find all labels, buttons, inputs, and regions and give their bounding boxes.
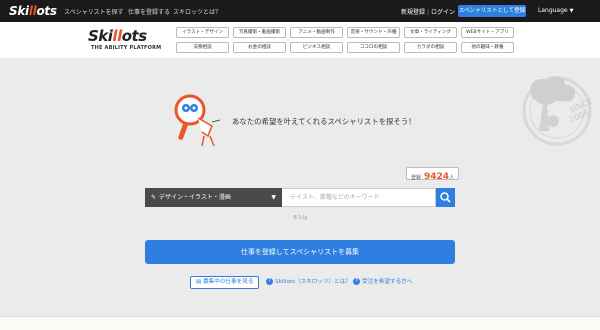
category-illustration-design[interactable]: イラスト・デザイン (176, 27, 229, 38)
registered-count: 登録 9424人 (406, 167, 460, 182)
about-link[interactable]: ? Skillots（スキロッツ）とは？ (266, 277, 351, 285)
chevron-down-icon: ▼ (271, 194, 276, 201)
since-2006-stamp: SINCE 2006 (522, 76, 594, 146)
search-bar: ✎ デザイン・イラスト・漫画 ▼ (145, 188, 455, 207)
category-animation[interactable]: アニメ・動画制作 (290, 27, 343, 38)
category-mind[interactable]: ココロの相談 (347, 42, 400, 53)
mascot-illustration (174, 94, 221, 147)
nav-about[interactable]: スキロッツとは？ (173, 7, 221, 16)
category-dropdown[interactable]: ✎ デザイン・イラスト・漫画 ▼ (145, 188, 282, 207)
keyword-search-input[interactable] (282, 188, 436, 207)
question-icon: ? (266, 278, 273, 285)
logo-tagline: THE ABILITY PLATFORM (91, 45, 162, 51)
search-icon (440, 192, 451, 203)
hero-tagline: あなたの希望を叶えてくれるスペシャリストを探そう！ (232, 117, 416, 126)
category-music-voice[interactable]: 音楽・サウンド・声優 (347, 27, 400, 38)
category-writing[interactable]: 文章・ライティング (404, 27, 457, 38)
category-grid: イラスト・デザイン 写真撮影・動画撮影 アニメ・動画制作 音楽・サウンド・声優 … (176, 27, 518, 53)
bottom-section (0, 316, 600, 330)
post-job-cta-button[interactable]: 仕事を登録してスペシャリストを募集 (145, 240, 455, 264)
header: Skillots THE ABILITY PLATFORM イラスト・デザイン … (0, 22, 600, 58)
question-icon: ? (353, 278, 360, 285)
category-body[interactable]: カラダの相談 (404, 42, 457, 53)
category-legal[interactable]: 法務相談 (176, 42, 229, 53)
auth-links: 新規登録 | ログイン (401, 9, 456, 16)
register-specialist-button[interactable]: スペシャリストとして登録 (458, 5, 526, 17)
category-money[interactable]: お金の相談 (233, 42, 286, 53)
caret-down-icon: ▼ (569, 8, 574, 14)
or-divider: または (292, 215, 308, 221)
nav-post-job[interactable]: 仕事を登録する (128, 7, 170, 16)
register-link[interactable]: 新規登録 (401, 9, 425, 16)
login-link[interactable]: ログイン (431, 9, 455, 16)
logo[interactable]: Skillots (9, 4, 57, 18)
for-clients-link[interactable]: ? 受注を希望する方へ (353, 277, 412, 285)
category-photo-video[interactable]: 写真撮影・動画撮影 (233, 27, 286, 38)
top-bar: Skillots スペシャリストを探す 仕事を登録する スキロッツとは？ 新規登… (0, 0, 600, 22)
nav-find-specialists[interactable]: スペシャリストを探す (64, 7, 124, 16)
pencil-icon: ✎ (151, 194, 157, 201)
view-open-jobs-button[interactable]: ▤ 募集中の仕事を見る (190, 276, 260, 289)
language-menu[interactable]: Language ▼ (538, 7, 573, 14)
category-hobby[interactable]: 他の趣味・教養 (461, 42, 514, 53)
category-web-app[interactable]: WEBサイト・アプリ (461, 27, 514, 38)
main-logo[interactable]: Skillots (88, 27, 147, 45)
search-button[interactable] (436, 188, 455, 207)
category-business[interactable]: ビジネス相談 (290, 42, 343, 53)
